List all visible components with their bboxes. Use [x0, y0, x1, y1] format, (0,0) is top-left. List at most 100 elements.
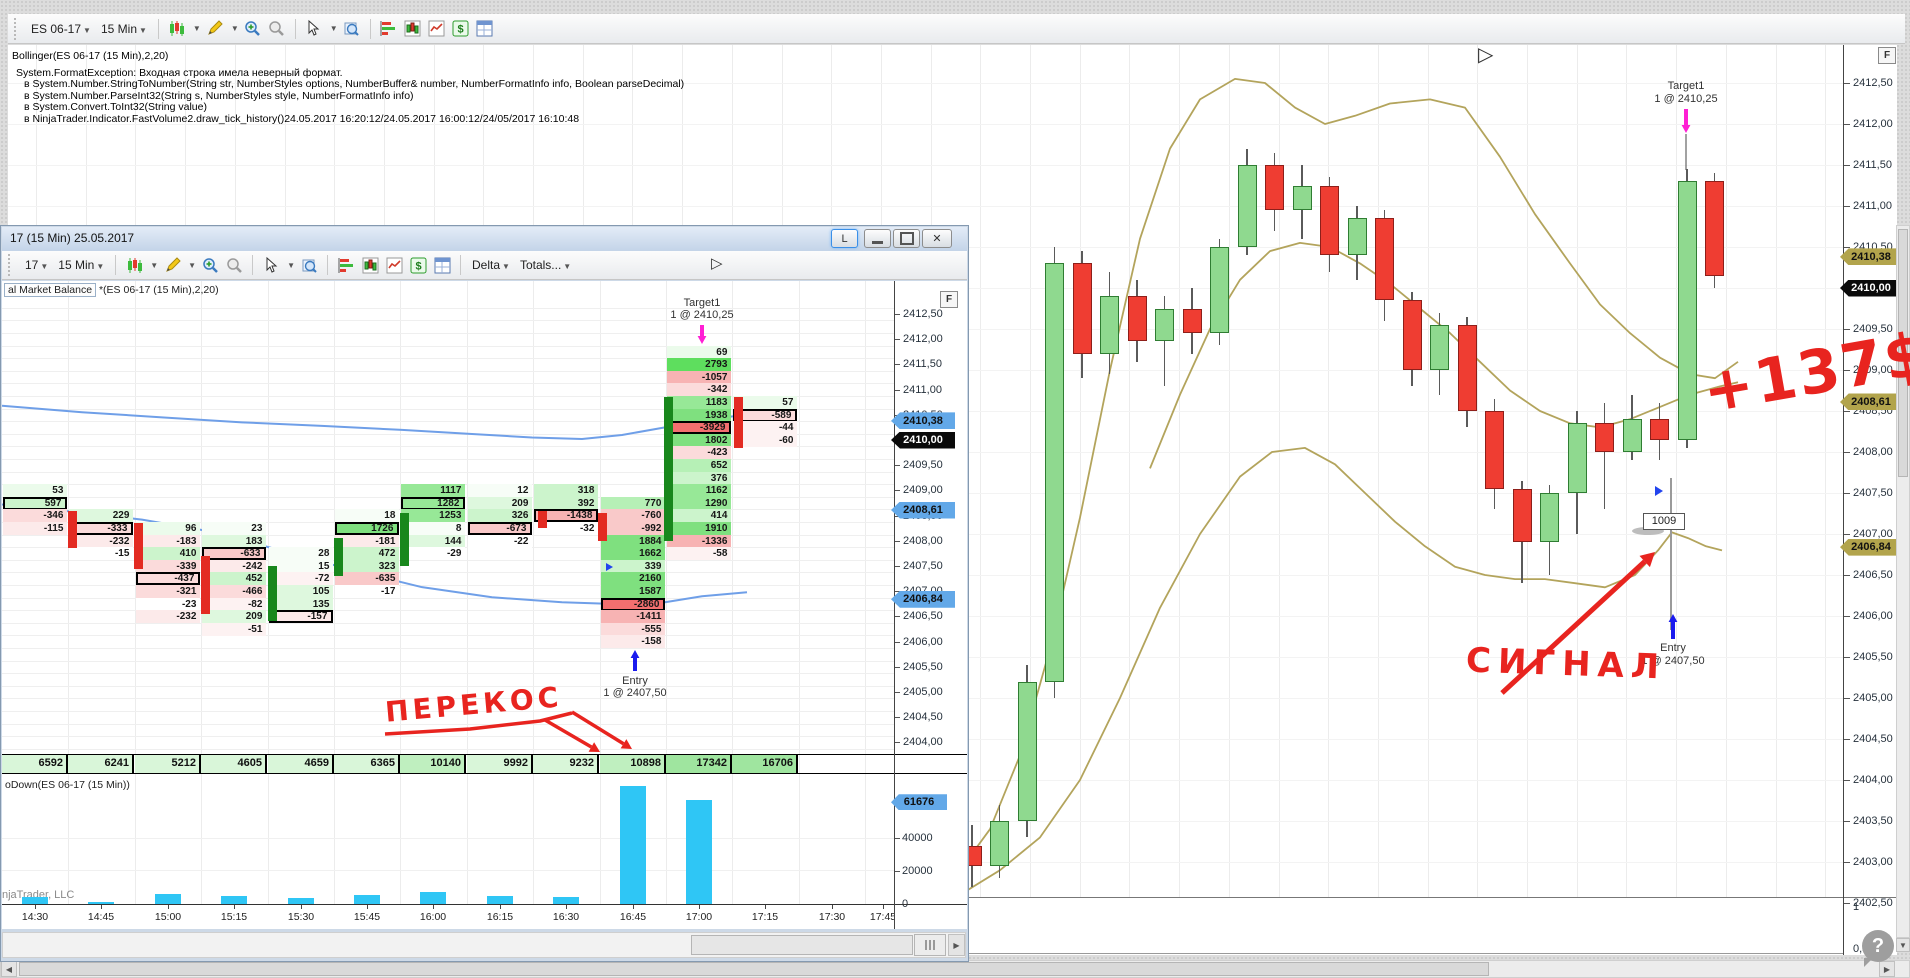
- zoom-region-icon[interactable]: [342, 19, 362, 39]
- time-tick: [168, 905, 169, 909]
- fg-scrollbar-grip[interactable]: [914, 934, 946, 956]
- totals-selector[interactable]: Totals... ▼: [517, 256, 574, 274]
- f-button[interactable]: F: [1878, 47, 1896, 64]
- main-price-axis[interactable]: F2412,502412,002411,502411,002410,502410…: [1840, 45, 1902, 955]
- line-chart-icon[interactable]: [427, 19, 447, 39]
- time-label: 15:45: [353, 911, 381, 923]
- time-tick: [883, 905, 884, 909]
- maximize-button[interactable]: [893, 229, 920, 248]
- total-cell: 4605: [201, 755, 267, 773]
- horizontal-scrollbar-fg[interactable]: ▶: [2, 932, 966, 958]
- profile-cell: 69: [667, 345, 732, 359]
- profile-cell: -158: [601, 635, 666, 649]
- toolbar-grip[interactable]: [8, 254, 14, 276]
- cursor-icon[interactable]: [261, 255, 281, 275]
- axis-tick: [1844, 206, 1850, 207]
- axis-tick: [1844, 821, 1850, 822]
- candles2-icon[interactable]: [403, 19, 423, 39]
- price-tag: 2410,38: [1840, 248, 1902, 266]
- f-button[interactable]: F: [940, 291, 958, 308]
- time-label: 17:45: [869, 911, 894, 923]
- candles-icon[interactable]: [167, 19, 187, 39]
- interval-selector[interactable]: 15 Min ▼: [55, 256, 107, 274]
- scroll-right-arrow[interactable]: ▶: [1879, 961, 1895, 977]
- fg-scrollbar-thumb[interactable]: [691, 935, 913, 955]
- axis-tick: [1844, 657, 1850, 658]
- zoom-out-icon[interactable]: [224, 255, 244, 275]
- delta-selector[interactable]: Delta ▼: [469, 256, 513, 274]
- grid-line: [799, 281, 800, 904]
- help-icon[interactable]: ?: [1862, 930, 1894, 967]
- profile-cell: -232: [69, 534, 134, 548]
- candles-icon[interactable]: [124, 255, 144, 275]
- minimize-button[interactable]: [864, 229, 891, 248]
- grid-line: [1527, 45, 1528, 897]
- instrument-selector[interactable]: 17 ▼: [22, 256, 51, 274]
- zoom-in-icon[interactable]: [200, 255, 220, 275]
- candles2-icon[interactable]: [360, 255, 380, 275]
- dollar-icon[interactable]: $: [451, 19, 471, 39]
- grid-line: [2, 332, 894, 334]
- profile-cell: -346: [3, 509, 68, 523]
- bars-icon[interactable]: [379, 19, 399, 39]
- chevron-down-icon: ▼: [502, 262, 510, 271]
- delta-candle-bar: [268, 566, 277, 622]
- pencil-icon[interactable]: [162, 255, 182, 275]
- fg-price-axis[interactable]: F2412,502412,002411,502411,002410,502410…: [891, 281, 967, 929]
- window-titlebar[interactable]: 17 (15 Min) 25.05.2017 L ✕: [2, 227, 967, 252]
- time-label: 16:15: [486, 911, 514, 923]
- scroll-left-arrow[interactable]: ◀: [1, 961, 17, 977]
- profile-cell: 652: [667, 458, 732, 472]
- entry-label: Entry: [622, 675, 648, 687]
- horizontal-scrollbar-main[interactable]: ◀ ▶: [0, 960, 1910, 978]
- profile-cell: -15: [69, 547, 134, 561]
- profile-cell: 15: [269, 559, 334, 573]
- buy-marker-icon: [1655, 486, 1663, 496]
- volume-zero-line: [895, 904, 967, 905]
- marker-triangle-icon[interactable]: ▷: [1478, 45, 1493, 65]
- line-chart-icon[interactable]: [384, 255, 404, 275]
- grid-icon[interactable]: [432, 255, 452, 275]
- profile-cell: 1884: [601, 534, 666, 548]
- price-label: 2408,00: [1853, 446, 1893, 458]
- annotation-signal: СИГНАЛ: [1465, 640, 1667, 688]
- profile-cell: 18: [335, 509, 400, 523]
- profile-cell: 1162: [667, 484, 732, 498]
- total-cell: 9992: [467, 755, 533, 773]
- zoom-out-icon[interactable]: [267, 19, 287, 39]
- zoom-in-icon[interactable]: [243, 19, 263, 39]
- profile-cell: -232: [136, 610, 201, 624]
- target-price-label: 1 @ 2410,25: [1654, 93, 1718, 105]
- profile-cell: -992: [601, 521, 666, 535]
- pencil-icon[interactable]: [205, 19, 225, 39]
- totals-row-border: [895, 773, 967, 774]
- chevron-down-icon: ▼: [150, 260, 159, 270]
- time-label: 17:30: [818, 911, 846, 923]
- profile-cell: -423: [667, 446, 732, 460]
- price-label: 2408,00: [903, 534, 943, 547]
- link-button[interactable]: L: [831, 229, 858, 248]
- toolbar-grip[interactable]: [14, 17, 20, 40]
- delta-profile-window[interactable]: 17 (15 Min) 25.05.2017 L ✕ 17 ▼ 15 Min ▼ ▼…: [0, 225, 969, 962]
- horizontal-scrollbar-thumb[interactable]: [19, 962, 1489, 976]
- scroll-down-arrow[interactable]: ▼: [1896, 938, 1910, 952]
- volume-axis-label: 20000: [902, 864, 933, 877]
- instrument-selector[interactable]: ES 06-17 ▼: [28, 20, 94, 38]
- marker-triangle-icon[interactable]: ▷: [711, 254, 723, 274]
- close-button[interactable]: ✕: [922, 229, 952, 248]
- price-tag: 2406,84: [1840, 538, 1902, 556]
- axis-tick: [1844, 739, 1850, 740]
- zoom-region-icon[interactable]: [299, 255, 319, 275]
- scroll-right-arrow[interactable]: ▶: [948, 934, 965, 956]
- grid-line: [2, 383, 894, 385]
- grid-line: [1079, 45, 1081, 897]
- bars-icon[interactable]: [336, 255, 356, 275]
- delta-profile-plot[interactable]: al Market Balance *(ES 06-17 (15 Min),2,…: [2, 281, 894, 929]
- dollar-icon[interactable]: $: [408, 255, 428, 275]
- grid-line: [1676, 45, 1678, 897]
- interval-selector[interactable]: 15 Min ▼: [98, 20, 150, 38]
- cursor-icon[interactable]: [304, 19, 324, 39]
- candle: [1017, 681, 1037, 821]
- grid-line: [2, 685, 894, 687]
- grid-icon[interactable]: [475, 19, 495, 39]
